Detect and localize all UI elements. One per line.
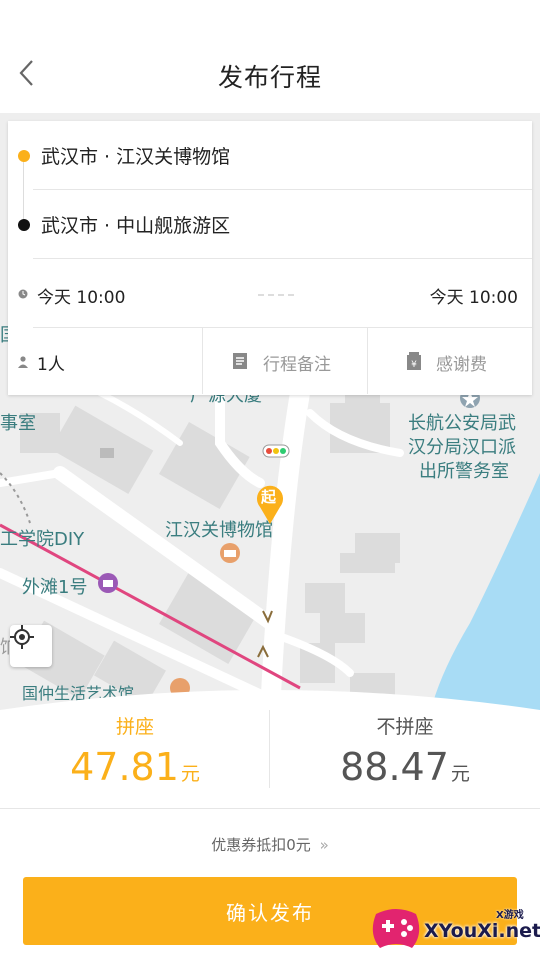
- coupon-text: 优惠券抵扣0元: [211, 836, 311, 854]
- carpool-price: 47.81 元: [0, 745, 270, 789]
- tip-label: 感谢费: [436, 355, 487, 375]
- carpool-price-value: 47.81: [70, 745, 179, 789]
- page-title: 发布行程: [217, 63, 322, 92]
- locate-button[interactable]: [10, 625, 52, 667]
- carpool-option[interactable]: 拼座 47.81 元: [0, 706, 270, 789]
- destination-text: 武汉市 · 中山舰旅游区: [41, 215, 231, 237]
- map-label-school: 工学院DIY: [0, 529, 85, 550]
- no-carpool-price-value: 88.47: [340, 745, 449, 789]
- map-label-waitan: 外滩1号: [22, 577, 88, 598]
- depart-time: 今天 10:00: [37, 288, 126, 308]
- destination-dot-icon: [18, 219, 30, 231]
- start-marker-label: 起: [261, 488, 277, 506]
- header: 发布行程: [0, 0, 540, 113]
- destination-row[interactable]: 武汉市 · 中山舰旅游区: [8, 190, 532, 259]
- origin-row[interactable]: 武汉市 · 江汉关博物馆: [8, 121, 532, 190]
- trip-card: 武汉市 · 江汉关博物馆 武汉市 · 中山舰旅游区 今天 10:00 今天 10…: [8, 121, 532, 395]
- coupon-link[interactable]: 优惠券抵扣0元 »: [0, 834, 540, 855]
- money-bag-icon: ¥: [407, 352, 421, 370]
- no-carpool-price: 88.47 元: [270, 745, 540, 789]
- double-chevron-right-icon: »: [319, 836, 329, 854]
- watermark-brand: XYouXi.net: [424, 920, 540, 942]
- passenger-selector[interactable]: 1人: [8, 328, 202, 395]
- crosshair-icon: [10, 625, 34, 649]
- clock-icon: [18, 289, 28, 299]
- arrive-time: 今天 10:00: [429, 288, 518, 308]
- confirm-publish-label: 确认发布: [226, 900, 314, 925]
- passenger-count: 1人: [37, 355, 65, 375]
- trip-notes-label: 行程备注: [263, 355, 331, 375]
- map-label-police-3: 出所警务室: [419, 461, 509, 482]
- gamepad-icon: [372, 909, 420, 948]
- start-marker: 起: [256, 483, 284, 525]
- carpool-label: 拼座: [115, 716, 154, 738]
- map-label-police-2: 汉分局汉口派: [408, 437, 516, 458]
- trip-notes-button[interactable]: 行程备注: [203, 328, 367, 395]
- tip-button[interactable]: ¥ 感谢费: [368, 328, 532, 395]
- watermark-small: X游戏: [496, 910, 524, 921]
- origin-dot-icon: [18, 150, 30, 162]
- no-carpool-label: 不拼座: [376, 716, 434, 738]
- person-icon: [18, 356, 28, 368]
- no-carpool-option[interactable]: 不拼座 88.47 元: [270, 706, 540, 789]
- svg-text:¥: ¥: [411, 360, 417, 370]
- note-icon: [233, 353, 247, 369]
- watermark-logo: XYouXi.net X游戏: [366, 898, 540, 956]
- carpool-price-unit: 元: [180, 763, 200, 785]
- time-arrow-icon: [258, 294, 294, 296]
- origin-text: 武汉市 · 江汉关博物馆: [41, 146, 231, 168]
- time-row[interactable]: 今天 10:00 今天 10:00: [8, 259, 532, 328]
- options-row: 1人 行程备注 ¥ 感谢费: [8, 328, 532, 395]
- divider: [0, 808, 540, 809]
- map-label-police-1: 长航公安局武: [408, 413, 516, 434]
- no-carpool-price-unit: 元: [450, 763, 470, 785]
- map-label-left-room: 事室: [0, 413, 36, 434]
